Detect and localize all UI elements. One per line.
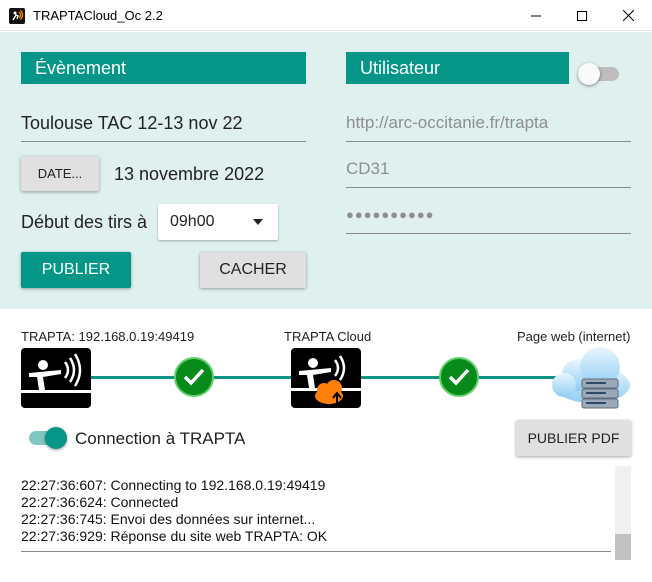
trapta-status-check-icon	[174, 357, 214, 397]
start-time-label: Début des tirs à	[21, 212, 148, 232]
log-scrollbar-thumb[interactable]	[615, 534, 631, 560]
cloud-status-check-icon	[439, 357, 479, 397]
log-line: 22:27:36:607: Connecting to 192.168.0.19…	[21, 477, 326, 493]
log-line: 22:27:36:929: Réponse du site web TRAPTA…	[21, 528, 328, 544]
web-server-cloud-icon	[548, 343, 632, 415]
settings-panel: Évènement Toulouse TAC 12-13 nov 22 DATE…	[0, 32, 652, 309]
user-toggle[interactable]	[578, 63, 619, 85]
close-button[interactable]	[605, 0, 651, 31]
user-header: Utilisateur	[346, 52, 569, 84]
event-name-field[interactable]: Toulouse TAC 12-13 nov 22	[21, 112, 306, 142]
cloud-label: TRAPTA Cloud	[284, 329, 372, 344]
password-field[interactable]: ●●●●●●●●●●	[346, 204, 631, 234]
hide-button[interactable]: CACHER	[200, 252, 306, 288]
log-line: 22:27:36:624: Connected	[21, 494, 179, 510]
trapta-connection-toggle[interactable]	[29, 427, 67, 449]
maximize-icon	[577, 10, 587, 21]
maximize-button[interactable]	[559, 0, 605, 31]
minimize-icon	[531, 15, 541, 16]
trapta-address-label: TRAPTA: 192.168.0.19:49419	[21, 329, 195, 344]
trapta-node-icon	[21, 348, 91, 408]
trapta-connection-toggle-knob	[45, 427, 67, 449]
web-page-label: Page web (internet)	[517, 329, 631, 344]
log-divider	[21, 551, 611, 552]
app-icon	[9, 8, 25, 24]
log-scrollbar[interactable]	[615, 466, 631, 560]
window-title: TRAPTACloud_Oc 2.2	[33, 8, 163, 23]
log-line: 22:27:36:745: Envoi des données sur inte…	[21, 511, 316, 527]
log-output: 22:27:36:607: Connecting to 192.168.0.19…	[21, 477, 327, 545]
close-icon	[622, 10, 634, 21]
start-time-select[interactable]: 09h00	[158, 204, 278, 240]
url-field[interactable]: http://arc-occitanie.fr/trapta	[346, 112, 631, 142]
publish-pdf-button[interactable]: PUBLIER PDF	[516, 420, 631, 456]
publish-button[interactable]: PUBLIER	[21, 252, 131, 288]
minimize-button[interactable]	[513, 0, 559, 31]
date-button[interactable]: DATE...	[21, 156, 99, 191]
trapta-cloud-node-icon	[291, 348, 361, 408]
event-header: Évènement	[21, 52, 306, 84]
date-value: 13 novembre 2022	[114, 164, 265, 184]
login-field[interactable]: CD31	[346, 158, 631, 188]
chevron-down-icon	[253, 219, 263, 225]
trapta-connection-label: Connection à TRAPTA	[75, 429, 246, 448]
title-bar: TRAPTACloud_Oc 2.2	[0, 0, 652, 31]
user-toggle-knob	[578, 63, 600, 85]
start-time-value: 09h00	[170, 213, 215, 230]
